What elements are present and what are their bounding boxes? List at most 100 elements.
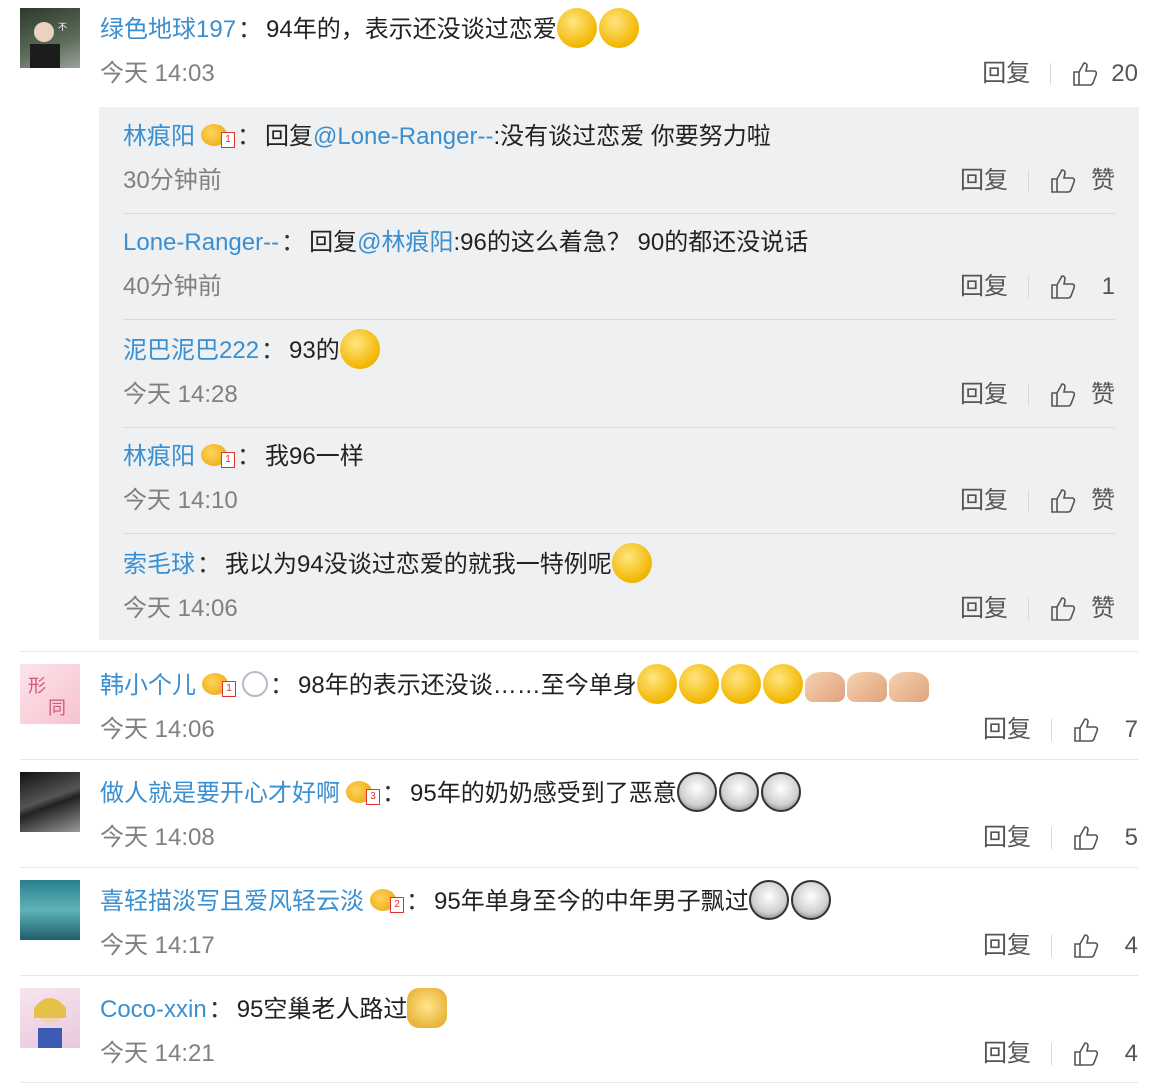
comment-meta: 今天 14:08 回复 5 — [100, 816, 1138, 860]
reply-text: :96的这么着急？ 90的都还没说话 — [453, 229, 809, 256]
thumbs-up-icon[interactable] — [1072, 932, 1100, 960]
reply-button[interactable]: 回复 — [960, 587, 1008, 631]
timestamp: 30分钟前 — [123, 167, 222, 194]
like-count[interactable]: 4 — [1112, 1032, 1138, 1076]
shrug-face-emoji-icon — [339, 328, 380, 369]
thumbs-up-icon[interactable] — [1072, 824, 1100, 852]
timestamp: 今天 14:03 — [100, 60, 215, 87]
timestamp: 今天 14:28 — [123, 381, 238, 408]
comment-divider — [20, 1082, 1138, 1083]
replies-panel: 林痕阳 1：回复@Lone-Ranger--:没有谈过恋爱 你要努力啦 30分钟前… — [99, 107, 1139, 640]
divider — [1028, 384, 1029, 406]
like-count[interactable]: 7 — [1112, 708, 1138, 752]
laughing-tears-emoji-icon — [611, 542, 652, 583]
reply-button[interactable]: 回复 — [960, 373, 1008, 417]
crying-face-emoji-icon — [598, 7, 639, 48]
reply-actions: 回复 赞 — [960, 159, 1115, 203]
timestamp: 今天 14:08 — [100, 824, 215, 851]
shy-face-emoji-icon — [762, 663, 803, 704]
avatar[interactable]: 不 — [20, 8, 80, 68]
reply-actions: 回复 赞 — [960, 373, 1115, 417]
vip-level-badge: 1 — [222, 680, 236, 697]
avatar[interactable] — [20, 772, 80, 832]
colon: ： — [237, 443, 261, 470]
like-button-label[interactable]: 赞 — [1089, 587, 1115, 631]
timestamp: 今天 14:21 — [100, 1040, 215, 1067]
reply-actions: 回复 赞 — [960, 587, 1115, 631]
comment-actions: 回复 4 — [983, 1032, 1138, 1076]
shy-face-emoji-icon — [678, 663, 719, 704]
thumbs-up-icon[interactable] — [1071, 60, 1099, 88]
username-link[interactable]: 做人就是要开心才好啊 — [100, 780, 340, 807]
timestamp: 今天 14:17 — [100, 932, 215, 959]
reply-button[interactable]: 回复 — [983, 816, 1031, 860]
colon: ： — [270, 672, 294, 699]
reply-button[interactable]: 回复 — [960, 265, 1008, 309]
comment-divider — [20, 759, 1138, 760]
thumbs-up-icon[interactable] — [1049, 273, 1077, 301]
reply-button[interactable]: 回复 — [982, 52, 1030, 96]
like-button-label[interactable]: 赞 — [1089, 479, 1115, 523]
reply-actions: 回复 赞 — [960, 479, 1115, 523]
like-button-label[interactable]: 赞 — [1089, 159, 1115, 203]
like-button-label[interactable]: 赞 — [1089, 373, 1115, 417]
like-count[interactable]: 20 — [1111, 52, 1138, 96]
colon: ： — [237, 123, 261, 150]
username-link[interactable]: 喜轻描淡写且爱风轻云淡 — [100, 888, 364, 915]
comment-meta: 今天 14:03 回复 20 — [100, 52, 1138, 96]
avatar[interactable]: 形同 — [20, 664, 80, 724]
reply-button[interactable]: 回复 — [983, 708, 1031, 752]
doge-emoji-icon — [407, 987, 448, 1028]
like-count[interactable]: 5 — [1112, 816, 1138, 860]
reply-meta: 今天 14:28 回复 赞 — [123, 373, 1115, 417]
mention-link[interactable]: @林痕阳 — [357, 229, 453, 256]
username-link[interactable]: 林痕阳 — [123, 443, 195, 470]
avatar[interactable] — [20, 988, 80, 1048]
husky-emoji-icon — [760, 771, 801, 812]
reply-content: Lone-Ranger--： 回复@林痕阳:96的这么着急？ 90的都还没说话 — [123, 221, 1115, 265]
reply-button[interactable]: 回复 — [983, 1032, 1031, 1076]
comment-content: 喜轻描淡写且爱风轻云淡 2： 95年单身至今的中年男子飘过 — [100, 879, 1144, 924]
husky-emoji-icon — [748, 879, 789, 920]
thumbs-up-icon[interactable] — [1072, 716, 1100, 744]
thumbs-up-icon[interactable] — [1049, 381, 1077, 409]
avatar[interactable] — [20, 880, 80, 940]
username-link[interactable]: 索毛球 — [123, 551, 195, 578]
colon: ： — [406, 888, 430, 915]
username-link[interactable]: Lone-Ranger-- — [123, 229, 279, 256]
husky-emoji-icon — [718, 771, 759, 812]
vip-level-badge: 1 — [221, 131, 235, 148]
like-count[interactable]: 1 — [1089, 265, 1115, 309]
comment-meta: 今天 14:17 回复 4 — [100, 924, 1138, 968]
vip-level-badge: 1 — [221, 451, 235, 468]
divider — [1028, 490, 1029, 512]
reply-button[interactable]: 回复 — [960, 159, 1008, 203]
comment-content: 绿色地球197： 94年的，表示还没谈过恋爱 — [100, 7, 1144, 52]
like-count[interactable]: 4 — [1112, 924, 1138, 968]
reply-prefix: 回复 — [309, 229, 358, 256]
divider — [1051, 935, 1052, 957]
reply-content: 泥巴泥巴222： 93的 — [123, 328, 1115, 373]
username-link[interactable]: 泥巴泥巴222 — [123, 337, 259, 364]
diamond-ring-icon — [242, 670, 268, 697]
username-link[interactable]: 绿色地球197 — [100, 16, 236, 43]
reply-button[interactable]: 回复 — [960, 479, 1008, 523]
divider — [1028, 276, 1029, 298]
svg-text:同: 同 — [48, 698, 66, 719]
username-link[interactable]: Coco-xxin — [100, 996, 207, 1023]
timestamp: 今天 14:06 — [123, 595, 238, 622]
username-link[interactable]: 韩小个儿 — [100, 672, 196, 699]
reply-button[interactable]: 回复 — [983, 924, 1031, 968]
reply-divider — [123, 427, 1115, 428]
thumbs-up-icon[interactable] — [1049, 167, 1077, 195]
thumbs-up-icon[interactable] — [1072, 1040, 1100, 1068]
thumbs-up-icon[interactable] — [1049, 487, 1077, 515]
comment-actions: 回复 20 — [982, 52, 1138, 96]
thumbs-up-icon[interactable] — [1049, 595, 1077, 623]
username-link[interactable]: 林痕阳 — [123, 123, 195, 150]
comment-list: 不 绿色地球197： 94年的，表示还没谈过恋爱 今天 14:03 回复 20 林… — [0, 0, 1164, 1086]
shy-face-emoji-icon — [720, 663, 761, 704]
reply-divider — [123, 533, 1115, 534]
mention-link[interactable]: @Lone-Ranger-- — [313, 123, 493, 150]
reply-meta: 今天 14:06 回复 赞 — [123, 587, 1115, 631]
